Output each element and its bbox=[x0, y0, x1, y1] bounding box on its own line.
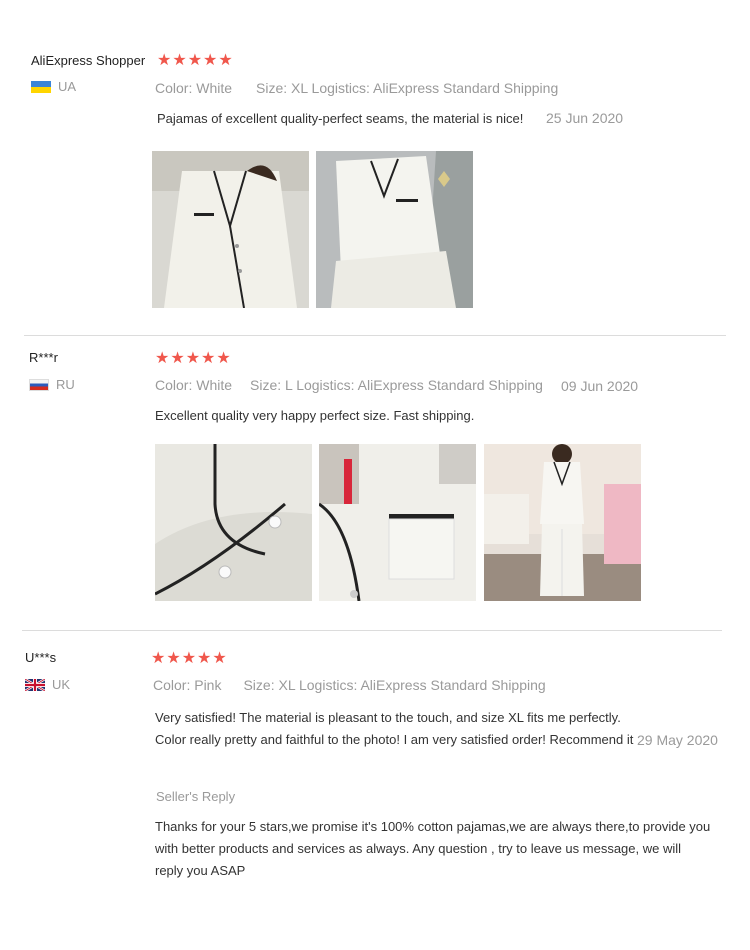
star-icon: ★ bbox=[181, 650, 197, 667]
star-icon: ★ bbox=[185, 350, 201, 367]
star-icon: ★ bbox=[218, 52, 233, 69]
person-in-white-pajama-shirt bbox=[152, 151, 309, 308]
review-date: 29 May 2020 bbox=[637, 732, 718, 748]
color-info: Color: White bbox=[155, 377, 233, 393]
person-wearing-white-pajamas bbox=[484, 444, 641, 601]
order-info: Color: Pink Size: XL Logistics: AliExpres… bbox=[153, 677, 546, 693]
review-photo[interactable] bbox=[316, 151, 473, 308]
pajama-pocket-closeup bbox=[319, 444, 476, 601]
logistics-info: Logistics: AliExpress Standard Shipping bbox=[311, 80, 559, 96]
uk-flag-icon bbox=[25, 678, 45, 691]
reviewer-name: R***r bbox=[29, 350, 58, 365]
review-photo[interactable] bbox=[152, 151, 309, 308]
star-icon: ★ bbox=[155, 350, 170, 367]
review-photo[interactable] bbox=[319, 444, 476, 601]
star-icon: ★ bbox=[197, 650, 212, 667]
reviewer-country: RU bbox=[29, 377, 75, 392]
seller-reply-line: reply you ASAP bbox=[155, 863, 246, 878]
color-info: Color: Pink bbox=[153, 677, 222, 693]
country-code: UA bbox=[58, 79, 77, 94]
star-rating: ★ ★ ★ ★ ★ bbox=[155, 351, 231, 367]
review-date: 25 Jun 2020 bbox=[546, 110, 624, 126]
white-pajama-set-on-bed bbox=[316, 151, 473, 308]
star-icon: ★ bbox=[166, 650, 181, 667]
russia-flag-icon bbox=[29, 378, 49, 391]
reviewer-country: UA bbox=[31, 79, 76, 94]
seller-reply-title: Seller's Reply bbox=[156, 789, 236, 804]
logistics-info: Logistics: AliExpress Standard Shipping bbox=[296, 377, 543, 393]
seller-reply-text: Thanks for your 5 stars,we promise it's … bbox=[155, 816, 715, 882]
review-text-line: Very satisfied! The material is pleasant… bbox=[155, 710, 621, 725]
pajama-sleeve-closeup bbox=[155, 444, 312, 601]
color-info: Color: White bbox=[155, 80, 233, 96]
size-info: Size: XL bbox=[256, 80, 308, 96]
star-rating: ★ ★ ★ ★ ★ bbox=[157, 53, 233, 69]
reviewer-name: AliExpress Shopper bbox=[31, 53, 146, 68]
review-photo[interactable] bbox=[484, 444, 641, 601]
order-info: Color: White Size: L Logistics: AliExpres… bbox=[155, 377, 543, 393]
star-icon: ★ bbox=[187, 52, 203, 69]
star-icon: ★ bbox=[151, 650, 166, 667]
order-info: Color: White Size: XL Logistics: AliExpre… bbox=[155, 80, 558, 96]
star-icon: ★ bbox=[212, 650, 227, 667]
divider bbox=[24, 335, 726, 336]
star-icon: ★ bbox=[216, 350, 231, 367]
reviewer-country: UK bbox=[25, 677, 70, 692]
country-code: UK bbox=[52, 677, 71, 692]
divider bbox=[22, 630, 722, 631]
review-text: Excellent quality very happy perfect siz… bbox=[155, 408, 475, 423]
size-info: Size: L bbox=[250, 377, 293, 393]
review-date: 09 Jun 2020 bbox=[561, 378, 639, 394]
star-icon: ★ bbox=[157, 52, 172, 69]
star-icon: ★ bbox=[170, 350, 185, 367]
star-icon: ★ bbox=[172, 52, 187, 69]
ukraine-flag-icon bbox=[31, 80, 51, 93]
review-text: Pajamas of excellent quality-perfect sea… bbox=[157, 111, 524, 126]
review-text-line: Color really pretty and faithful to the … bbox=[155, 732, 634, 747]
seller-reply-line: Thanks for your 5 stars,we promise it's … bbox=[155, 819, 711, 834]
size-info: Size: XL bbox=[243, 677, 296, 693]
country-code: RU bbox=[56, 377, 75, 392]
seller-reply-line: with better products and services as alw… bbox=[155, 841, 682, 856]
reviewer-name: U***s bbox=[25, 650, 57, 665]
review-photo[interactable] bbox=[155, 444, 312, 601]
star-rating: ★ ★ ★ ★ ★ bbox=[151, 651, 227, 667]
star-icon: ★ bbox=[201, 350, 216, 367]
logistics-info: Logistics: AliExpress Standard Shipping bbox=[298, 677, 546, 693]
star-icon: ★ bbox=[203, 52, 218, 69]
